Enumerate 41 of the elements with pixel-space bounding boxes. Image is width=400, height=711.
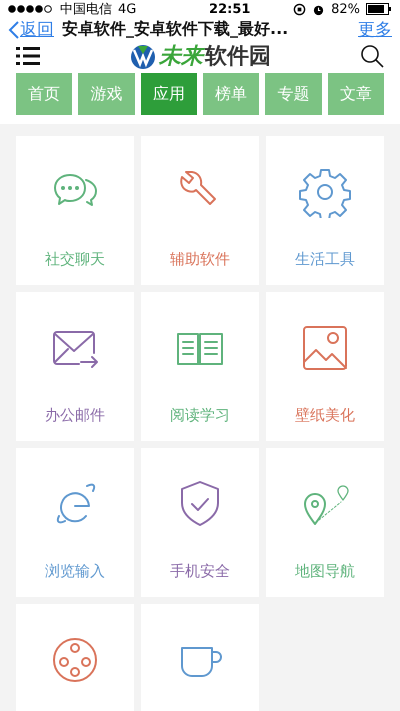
back-chevron-icon — [8, 20, 20, 40]
category-label: 办公邮件 — [45, 406, 105, 425]
nav-tab[interactable]: 专题 — [265, 73, 322, 115]
nav-tab[interactable]: 榜单 — [202, 73, 260, 115]
logo-text: 软件园 — [205, 43, 271, 71]
category-card[interactable]: 办公邮件 — [16, 292, 134, 441]
category-card[interactable]: 壁纸美化 — [266, 292, 384, 441]
battery-percentage: 82% — [331, 2, 360, 16]
nav-tab[interactable]: 游戏 — [78, 73, 135, 115]
signal-icon — [8, 5, 54, 13]
category-card[interactable] — [16, 604, 134, 711]
category-label: 壁纸美化 — [295, 406, 355, 425]
nav-tab[interactable]: 应用 — [140, 73, 197, 115]
category-label: 阅读学习 — [170, 406, 230, 425]
category-label: 社交聊天 — [45, 250, 105, 269]
category-card[interactable]: 浏览输入 — [16, 448, 134, 597]
back-link[interactable]: 返回 — [8, 18, 54, 41]
nav-tab[interactable]: 首页 — [16, 73, 72, 115]
category-label: 浏览输入 — [45, 562, 105, 581]
category-card[interactable]: 生活工具 — [266, 136, 384, 285]
category-label: 辅助软件 — [170, 250, 230, 269]
search-icon[interactable] — [360, 44, 384, 68]
nav-tab[interactable]: 文章 — [328, 73, 384, 115]
category-card[interactable]: 地图导航 — [266, 448, 384, 597]
network-type: 4G — [118, 2, 136, 16]
more-link[interactable]: 更多 — [358, 18, 392, 41]
category-card[interactable]: 手机安全 — [141, 448, 259, 597]
clock-time: 22:51 — [209, 2, 250, 16]
category-label: 生活工具 — [295, 250, 355, 269]
category-label: 手机安全 — [170, 562, 230, 581]
page-title: 安卓软件_安卓软件下载_最好... — [61, 19, 290, 40]
category-card[interactable]: 辅助软件 — [141, 136, 259, 285]
rotation-lock-icon — [293, 2, 306, 16]
logo-text: 未来 — [159, 43, 203, 71]
battery-icon — [366, 3, 392, 15]
logo-icon — [129, 42, 157, 70]
category-card[interactable]: 阅读学习 — [141, 292, 259, 441]
category-label: 地图导航 — [295, 562, 355, 581]
menu-icon[interactable] — [16, 46, 40, 66]
carrier-name: 中国电信 — [60, 1, 112, 18]
category-card[interactable]: 社交聊天 — [16, 136, 134, 285]
